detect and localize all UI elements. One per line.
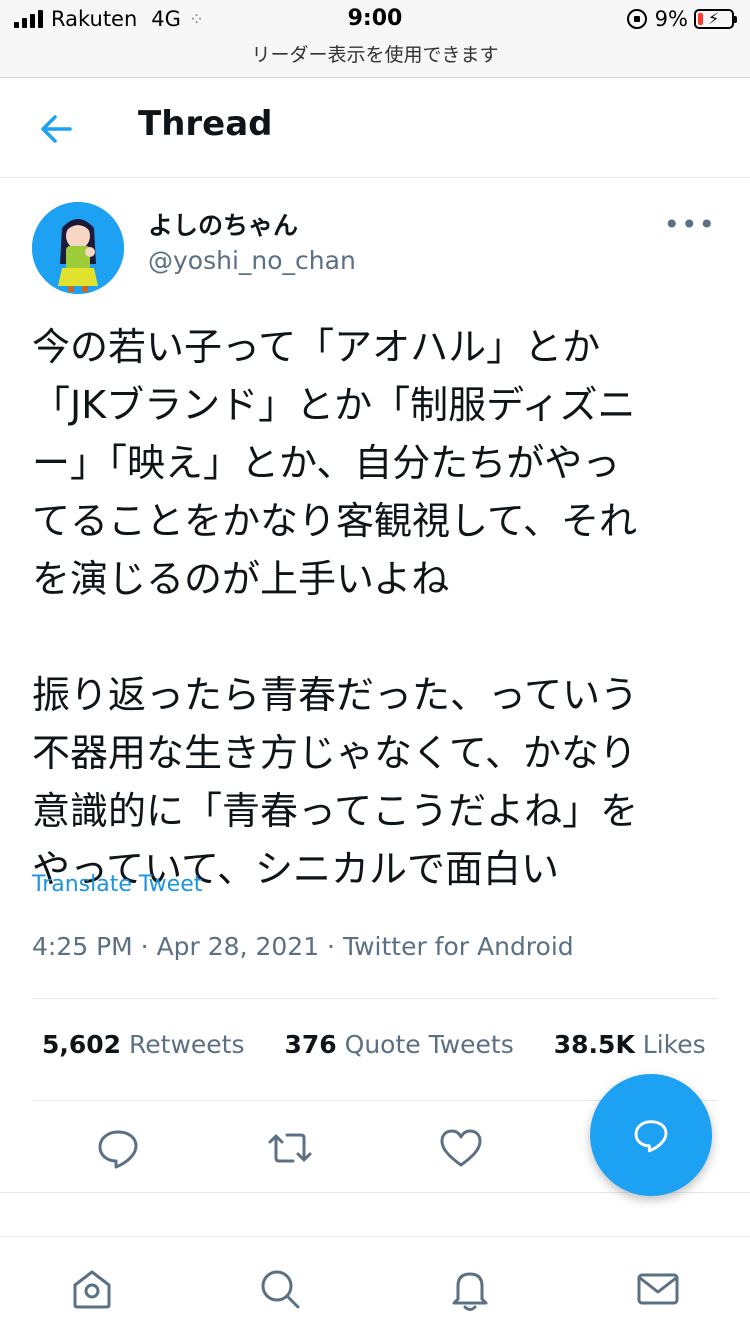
divider — [32, 998, 718, 999]
bottom-tab-bar — [0, 1236, 750, 1334]
battery-icon: ⚡ — [694, 9, 737, 29]
retweets-stat[interactable]: 5,602 Retweets — [42, 1030, 245, 1059]
page-title: Thread — [138, 104, 273, 144]
compose-reply-icon — [634, 1120, 668, 1153]
tab-notifications[interactable] — [446, 1265, 494, 1313]
arrow-left-icon — [41, 115, 72, 143]
more-button[interactable]: ••• — [663, 208, 716, 241]
tab-search[interactable] — [256, 1265, 304, 1313]
like-button[interactable] — [437, 1124, 485, 1172]
avatar-illustration — [32, 202, 124, 294]
retweets-count: 5,602 — [42, 1030, 122, 1059]
author-name[interactable]: よしのちゃん — [148, 206, 298, 242]
author-handle[interactable]: @yoshi_no_chan — [148, 246, 356, 275]
reply-button[interactable] — [94, 1124, 142, 1172]
notifications-icon — [452, 1272, 488, 1311]
status-bar: Rakuten 4G ⁘ 9:00 9% ⚡ リーダー表示を使用できます — [0, 0, 750, 78]
avatar[interactable] — [32, 202, 124, 294]
tab-home[interactable] — [68, 1265, 116, 1313]
search-icon — [261, 1270, 300, 1309]
quote-tweets-stat[interactable]: 376 Quote Tweets — [285, 1030, 514, 1059]
orientation-lock-icon — [626, 9, 647, 29]
status-right: 9% ⚡ — [626, 7, 737, 31]
retweets-label: Retweets — [129, 1030, 245, 1059]
messages-icon — [637, 1273, 679, 1305]
like-icon — [440, 1129, 482, 1167]
likes-count: 38.5K — [553, 1030, 635, 1059]
reader-view-notice[interactable]: リーダー表示を使用できます — [0, 40, 750, 67]
compose-reply-button[interactable] — [590, 1074, 712, 1196]
tweet-stats: 5,602 Retweets 376 Quote Tweets 38.5K Li… — [42, 1030, 706, 1059]
likes-label: Likes — [642, 1030, 706, 1059]
back-button[interactable] — [36, 110, 82, 148]
tab-messages[interactable] — [634, 1265, 682, 1313]
likes-stat[interactable]: 38.5K Likes — [554, 1030, 706, 1059]
quote-tweets-count: 376 — [284, 1030, 337, 1059]
reply-icon — [98, 1130, 138, 1169]
translate-tweet-link[interactable]: Translate Tweet — [32, 872, 202, 897]
more-horizontal-icon: ••• — [663, 208, 716, 241]
tweet-text: 今の若い子って「アオハル」とか 「JKブランド」とか「制服ディズニ ー」「映え」… — [32, 325, 639, 891]
battery-percent: 9% — [654, 7, 688, 31]
quote-tweets-label: Quote Tweets — [344, 1030, 514, 1059]
tweet-meta: 4:25 PM · Apr 28, 2021 · Twitter for And… — [32, 932, 574, 961]
thread-header: Thread — [0, 78, 750, 178]
retweet-icon — [268, 1133, 312, 1163]
retweet-button[interactable] — [266, 1124, 314, 1172]
home-icon — [73, 1270, 111, 1309]
